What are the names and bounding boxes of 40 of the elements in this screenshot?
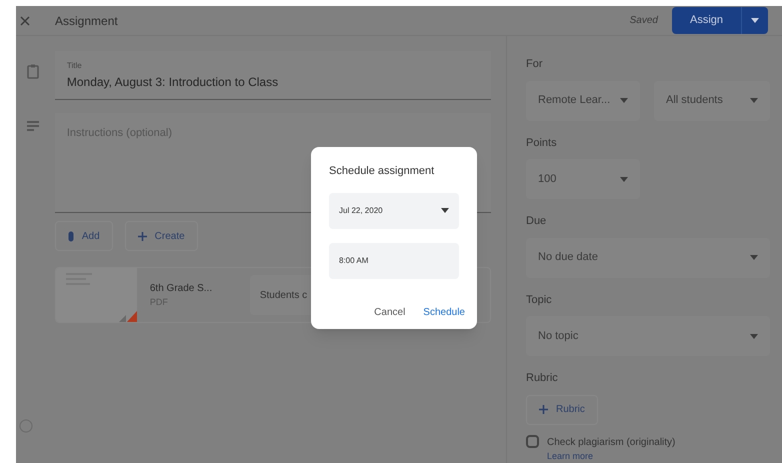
- field-label: Topic: [526, 292, 553, 308]
- add-button[interactable]: Add: [54, 221, 113, 251]
- field-label: Due: [526, 214, 548, 229]
- close-icon[interactable]: [20, 16, 30, 26]
- clipboard-icon: [26, 64, 39, 79]
- field-label: For: [526, 57, 544, 72]
- save-status: Saved: [630, 14, 658, 28]
- field-label: Rubric: [526, 371, 559, 386]
- caret-icon: [750, 98, 758, 103]
- text-lines-icon: [26, 121, 39, 131]
- attachment-name: 6th Grade S...: [150, 282, 214, 296]
- assign-button[interactable]: Assign: [672, 7, 768, 34]
- paperclip-icon: [68, 230, 74, 242]
- caret-icon: [751, 18, 759, 23]
- rubric-button[interactable]: Rubric: [526, 394, 598, 424]
- dropdown[interactable]: No due date: [526, 238, 770, 278]
- caret-icon: [620, 176, 628, 182]
- dropdown[interactable]: 100: [526, 159, 640, 199]
- dialog-title: Schedule assignment: [329, 164, 436, 179]
- caret-icon: [750, 255, 758, 260]
- plus-icon: [138, 232, 147, 240]
- checkbox-label: Check plagiarism (originality): [547, 436, 676, 450]
- plus-icon: [539, 405, 548, 414]
- dropdown[interactable]: Remote Lear...: [526, 80, 640, 120]
- plagiarism-checkbox[interactable]: [526, 434, 539, 448]
- field-label: Points: [526, 136, 558, 150]
- date-dropdown[interactable]: Jul 22, 2020: [329, 192, 459, 228]
- learn-more-link[interactable]: Learn more: [547, 450, 676, 463]
- schedule-button[interactable]: Schedule: [423, 304, 465, 320]
- create-button[interactable]: Create: [124, 221, 198, 251]
- pdf-thumbnail-icon: [56, 268, 137, 322]
- dropdown[interactable]: All students: [654, 80, 770, 120]
- caret-icon: [441, 208, 449, 213]
- page-title: Assignment: [55, 12, 118, 30]
- time-field[interactable]: 8:00 AM: [329, 242, 459, 278]
- dropdown[interactable]: No topic: [526, 316, 770, 356]
- caret-icon: [620, 98, 628, 103]
- access-dropdown[interactable]: Students c: [250, 275, 311, 315]
- caret-icon: [750, 334, 758, 338]
- cancel-button[interactable]: Cancel: [374, 304, 406, 320]
